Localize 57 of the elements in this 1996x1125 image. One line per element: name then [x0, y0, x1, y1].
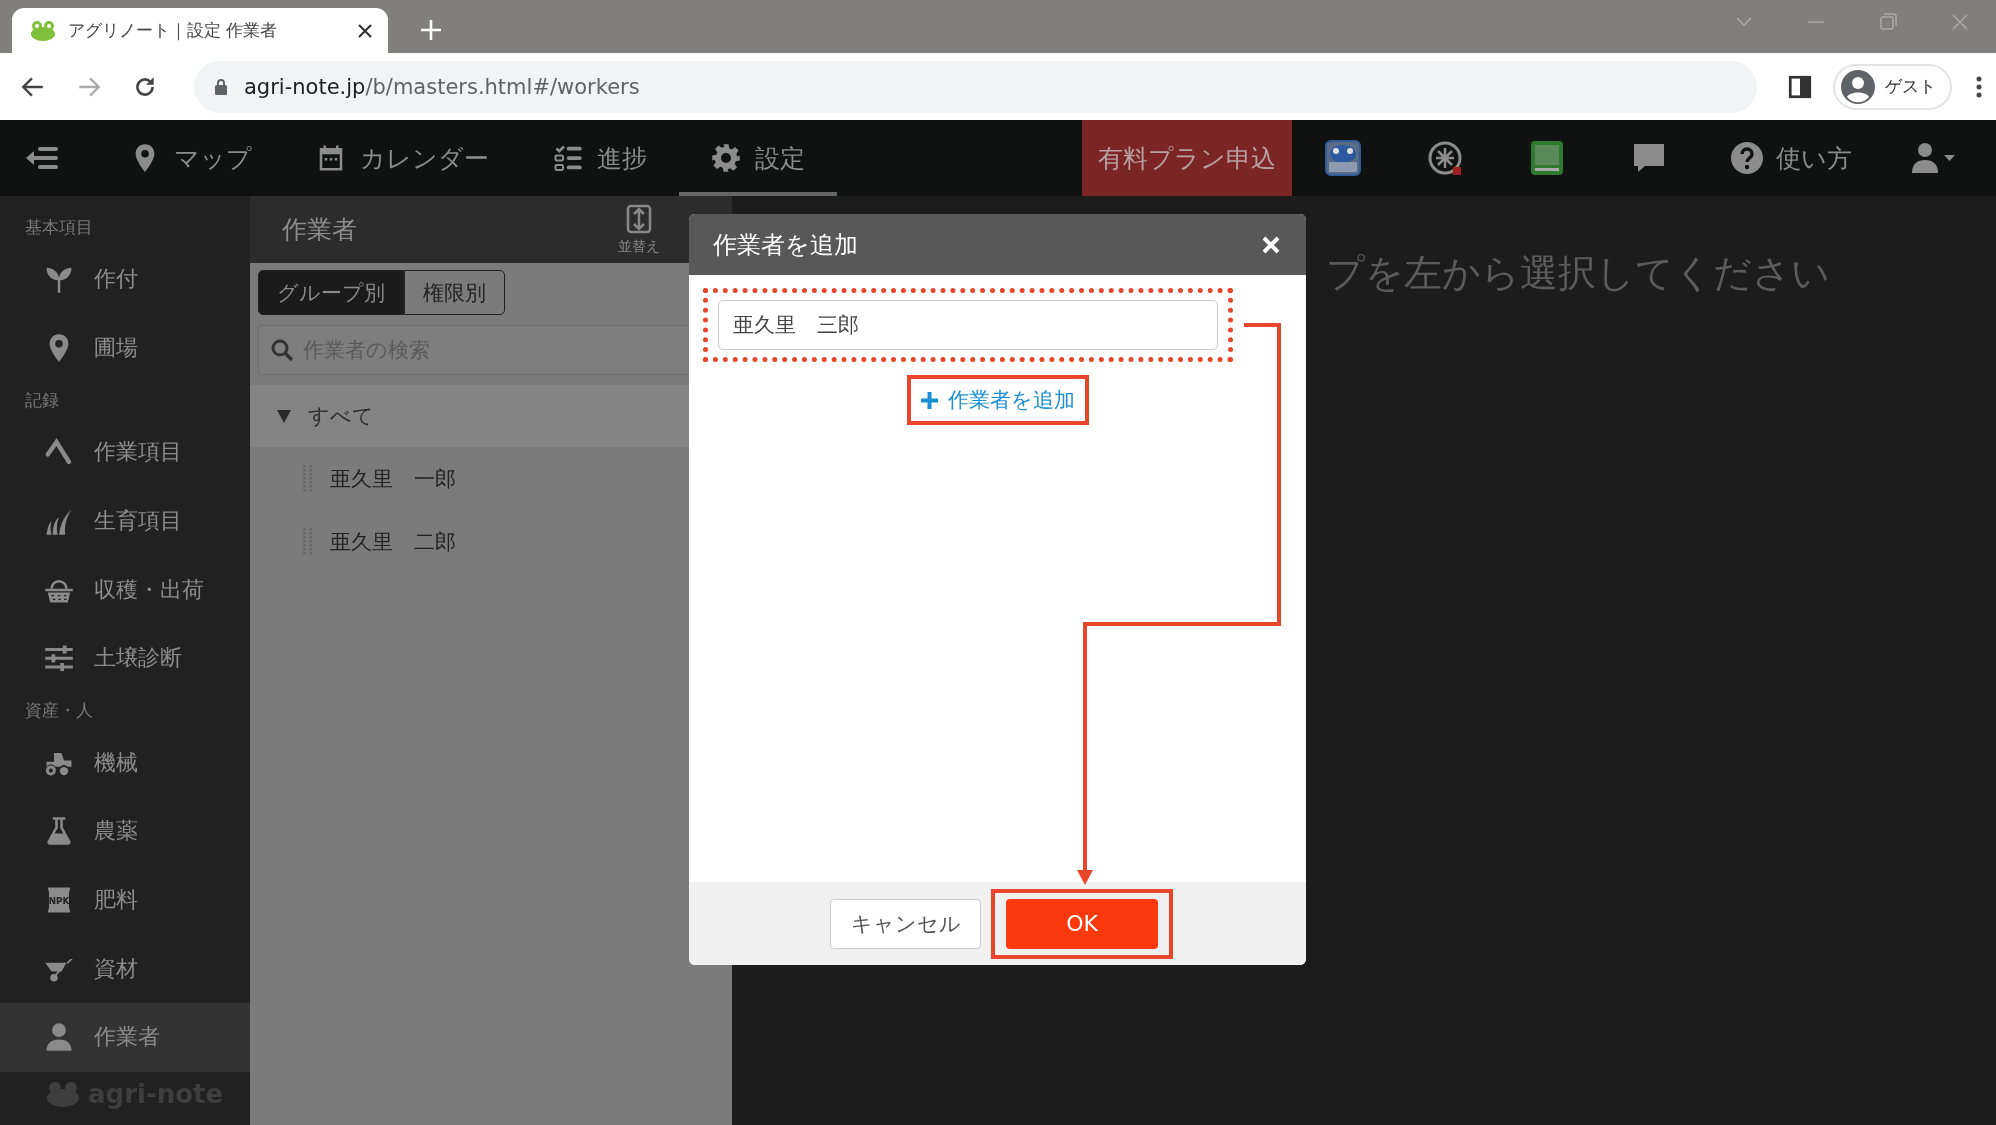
avatar-icon — [1841, 69, 1875, 104]
plus-icon — [920, 391, 938, 409]
sidebar-item[interactable]: 圃場 — [0, 313, 250, 383]
ok-button[interactable]: OK — [1006, 898, 1158, 949]
profile-button[interactable]: ゲスト — [1833, 63, 1952, 110]
nav-tab[interactable]: 進捗 — [521, 120, 679, 196]
person-icon — [44, 1022, 74, 1053]
plus-icon[interactable] — [420, 19, 442, 41]
collapse-menu-icon[interactable] — [26, 145, 58, 171]
sidebar-item[interactable]: 生育項目 — [0, 486, 250, 556]
book-icon[interactable] — [1529, 140, 1565, 176]
nav-tab[interactable]: マップ — [98, 120, 284, 196]
section-heading: 基本項目 — [24, 215, 94, 239]
sidebar-item[interactable]: NPK 肥料 — [0, 865, 250, 935]
flask-icon — [44, 816, 74, 847]
address-bar[interactable]: agri-note.jp/b/masters.html#/workers — [194, 60, 1757, 113]
frog-badge-icon[interactable] — [1325, 140, 1361, 176]
user-menu-icon[interactable] — [1912, 142, 1956, 174]
sliders-icon — [44, 643, 74, 674]
lock-icon — [214, 77, 228, 96]
worker-item[interactable]: 亜久里 二郎 — [250, 510, 732, 573]
sidebar-item[interactable]: 農薬 — [0, 797, 250, 866]
sidebar-item[interactable]: 作業項目 — [0, 418, 250, 487]
filter-tab[interactable]: グループ別 — [258, 270, 404, 315]
instruction-text: プを左から選択してください — [1326, 250, 1830, 297]
settings-icon — [711, 143, 741, 173]
worker-item[interactable]: 亜久里 一郎 — [250, 447, 732, 510]
rice-badge-icon[interactable] — [1427, 140, 1463, 176]
plan-button[interactable]: 有料プラン申込 — [1082, 120, 1292, 196]
checklist-icon — [553, 143, 583, 173]
sidebar-item[interactable]: 収穫・出荷 — [0, 555, 250, 624]
section-heading: 記録 — [24, 388, 60, 412]
tab-title: アグリノート｜設定 作業者 — [68, 19, 279, 42]
search-icon — [270, 338, 294, 362]
help-link[interactable]: 使い方 — [1700, 120, 1882, 196]
panel-title: 作業者 — [282, 214, 358, 246]
section-heading: 資産・人 — [24, 699, 94, 723]
help-icon — [1730, 141, 1764, 175]
sidebar-item[interactable]: 土壌診断 — [0, 623, 250, 693]
sort-button[interactable]: 並替え — [612, 202, 666, 257]
sidebar-item[interactable]: 機械 — [0, 728, 250, 798]
close-icon[interactable] — [358, 23, 372, 38]
side-panel-icon[interactable] — [1787, 73, 1813, 100]
sidebar-item[interactable]: 作付 — [0, 245, 250, 314]
sort-icon — [626, 203, 652, 234]
nav-tab[interactable]: カレンダー — [284, 120, 521, 196]
more-icon[interactable] — [1976, 74, 1982, 99]
name-input[interactable]: 亜久里 三郎 — [718, 300, 1218, 350]
dialog-title: 作業者を追加 — [713, 229, 859, 261]
frog-icon — [30, 19, 56, 42]
sidebar-item[interactable]: 作業者 — [0, 1002, 250, 1072]
filter-tab[interactable]: 権限別 — [404, 270, 505, 315]
sidebar-item[interactable]: 資材 — [0, 934, 250, 1003]
add-worker-link[interactable]: 作業者を追加 — [920, 381, 1075, 419]
cancel-button[interactable]: キャンセル — [830, 898, 981, 949]
url-text: agri-note.jp/b/masters.html#/workers — [244, 74, 640, 99]
browser-tab[interactable]: アグリノート｜設定 作業者 — [12, 8, 388, 53]
